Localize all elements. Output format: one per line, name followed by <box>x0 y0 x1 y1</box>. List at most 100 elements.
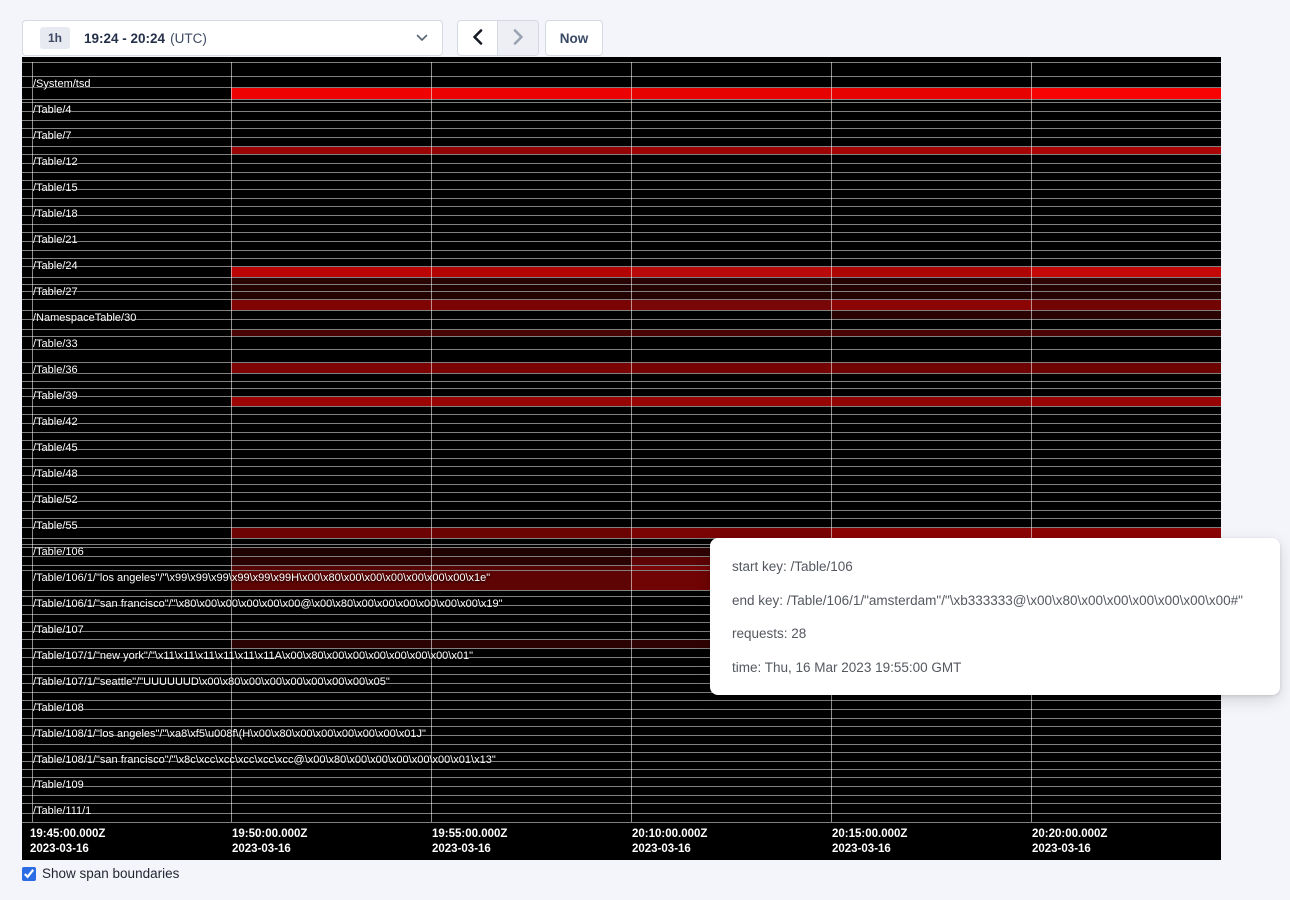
heatmap-strip <box>22 266 1221 277</box>
show-span-boundaries-checkbox[interactable] <box>22 867 36 881</box>
heatmap-cell <box>831 88 1031 99</box>
time-range-select[interactable]: 1h 19:24 - 20:24 (UTC) <box>22 20 443 56</box>
heatmap-cell <box>1031 528 1221 538</box>
heatmap-cell <box>631 397 831 406</box>
heatmap-cell <box>631 300 831 310</box>
heatmap-strip <box>22 388 1221 396</box>
row-label: /Table/24 <box>33 260 78 272</box>
heatmap-strip <box>22 329 1221 336</box>
row-label: /Table/108/1/"san francisco"/"\x8c\xcc\x… <box>33 754 496 766</box>
heatmap-strip <box>22 744 1221 752</box>
row-label: /Table/27 <box>33 286 78 298</box>
heatmap-strip <box>22 284 1221 291</box>
heatmap-strip <box>22 258 1221 266</box>
footer-controls: Show span boundaries <box>22 866 179 881</box>
heatmap-cell <box>231 557 431 565</box>
row-label: /Table/108/1/"los angeles"/"\xa8\xf5\u00… <box>33 728 426 740</box>
heatmap-cell <box>631 88 831 99</box>
heatmap-strip <box>22 795 1221 803</box>
row-label: /Table/106/1/"los angeles"/"\x99\x99\x99… <box>33 572 490 584</box>
heatmap-strip <box>22 180 1221 189</box>
row-label: /Table/18 <box>33 208 78 220</box>
heatmap-strip <box>22 146 1221 154</box>
row-label: /Table/106 <box>33 546 84 558</box>
heatmap-strip <box>22 700 1221 709</box>
heatmap-strip <box>22 102 1221 111</box>
chevron-left-icon <box>472 29 483 48</box>
row-label: /Table/36 <box>33 364 78 376</box>
chevron-down-icon <box>416 34 428 42</box>
heatmap-cell <box>431 147 631 154</box>
heatmap-strip <box>22 215 1221 224</box>
time-axis: 19:45:00.000Z 2023-03-16 19:50:00.000Z 20… <box>22 822 1221 860</box>
next-time-button[interactable] <box>498 21 538 55</box>
show-span-boundaries-label[interactable]: Show span boundaries <box>42 866 179 881</box>
heatmap-cell <box>231 397 431 406</box>
heatmap-strip <box>22 137 1221 146</box>
row-label: /Table/107 <box>33 624 84 636</box>
heatmap-strip <box>22 87 1221 99</box>
heatmap-cell <box>431 292 631 299</box>
heatmap-cell <box>231 267 431 277</box>
row-label: /Table/109 <box>33 779 84 791</box>
time-range-badge: 1h <box>40 27 70 49</box>
axis-tick: 20:15:00.000Z 2023-03-16 <box>832 827 907 857</box>
heatmap-strip <box>22 381 1221 388</box>
heatmap-cell <box>631 528 831 538</box>
prev-time-button[interactable] <box>458 21 498 55</box>
heatmap-cell <box>431 528 631 538</box>
heatmap-strip <box>22 813 1221 822</box>
row-label: /Table/48 <box>33 468 78 480</box>
axis-tick: 19:50:00.000Z 2023-03-16 <box>232 827 307 857</box>
heatmap-strip <box>22 803 1221 813</box>
heatmap-cell <box>1031 267 1221 277</box>
heatmap-strip <box>22 224 1221 232</box>
heatmap-strip <box>22 76 1221 87</box>
key-visualizer-heatmap[interactable]: /System/tsd/Table/4/Table/7/Table/12/Tab… <box>22 57 1221 860</box>
row-label: /Table/7 <box>33 130 72 142</box>
row-label: /Table/45 <box>33 442 78 454</box>
column-boundary-line <box>431 62 432 822</box>
column-boundary-line <box>631 62 632 822</box>
axis-tick: 19:55:00.000Z 2023-03-16 <box>432 827 507 857</box>
heatmap-strip <box>22 362 1221 373</box>
heatmap-strip <box>22 527 1221 538</box>
heatmap-strip <box>22 319 1221 329</box>
heatmap-strip <box>22 423 1221 432</box>
now-button[interactable]: Now <box>545 20 603 56</box>
heatmap-strip <box>22 277 1221 284</box>
row-label: /Table/21 <box>33 234 78 246</box>
axis-tick: 19:45:00.000Z 2023-03-16 <box>30 827 105 857</box>
row-label: /Table/108 <box>33 702 84 714</box>
heatmap-strip <box>22 232 1221 241</box>
heatmap-strip <box>22 189 1221 198</box>
heatmap-cell <box>431 557 631 565</box>
heatmap-cell <box>1031 363 1221 373</box>
heatmap-cell <box>831 267 1031 277</box>
heatmap-cell <box>1031 311 1221 319</box>
row-label: /Table/39 <box>33 390 78 402</box>
heatmap-strip <box>22 120 1221 128</box>
row-label: /Table/55 <box>33 520 78 532</box>
heatmap-strip <box>22 449 1221 458</box>
heatmap-strip <box>22 432 1221 440</box>
row-label: /System/tsd <box>33 78 90 90</box>
heatmap-strip <box>22 501 1221 510</box>
heatmap-strip <box>22 406 1221 414</box>
row-label: /Table/107/1/"seattle"/"UUUUUUD\x00\x80\… <box>33 676 390 688</box>
heatmap-strip <box>22 769 1221 777</box>
heatmap-cell <box>231 147 431 154</box>
heatmap-cell <box>231 363 431 373</box>
heatmap-cell <box>1031 147 1221 154</box>
heatmap-strip <box>22 458 1221 466</box>
heatmap-cell <box>631 147 831 154</box>
heatmap-strip <box>22 349 1221 362</box>
column-boundary-line <box>231 62 232 822</box>
heatmap-strip <box>22 786 1221 795</box>
heatmap-cell <box>831 147 1031 154</box>
heatmap-strip <box>22 475 1221 484</box>
time-range-zone: (UTC) <box>170 31 207 46</box>
axis-tick: 20:20:00.000Z 2023-03-16 <box>1032 827 1107 857</box>
heatmap-strip <box>22 440 1221 449</box>
heatmap-cell <box>431 88 631 99</box>
